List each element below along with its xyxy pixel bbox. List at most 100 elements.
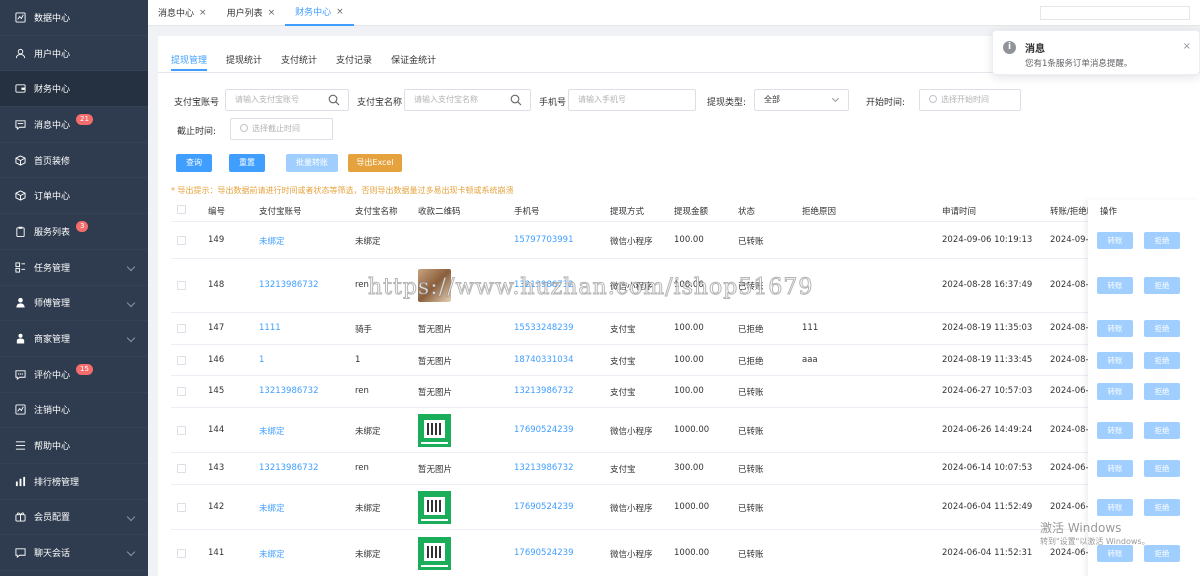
withdraw-type-select[interactable]: 全部 [754,89,849,111]
row-checkbox[interactable] [177,235,186,245]
select-all-checkbox[interactable] [177,205,186,214]
search-button[interactable]: 查询 [176,154,212,172]
row-checkbox[interactable] [177,355,186,365]
tab-item[interactable]: 消息中心 × [148,0,217,26]
cell-method: 微信小程序 [610,549,653,560]
transfer-button[interactable]: 转账 [1097,460,1133,477]
row-checkbox[interactable] [177,548,186,558]
cell-account[interactable]: 未绑定 [259,502,285,514]
subtab-item[interactable]: 保证金统计 [391,51,436,71]
tab-item[interactable]: 用户列表 × [217,0,286,26]
end-time-picker[interactable]: 选择截止时间 [230,118,333,140]
cell-phone[interactable]: 17690524239 [514,502,574,512]
transfer-button[interactable]: 转账 [1097,544,1133,562]
transfer-button[interactable]: 转账 [1097,351,1133,369]
sidebar-item[interactable]: 排行榜管理 [0,464,148,500]
close-icon[interactable]: × [336,7,344,17]
tab-label: 财务中心 [295,8,332,18]
sidebar-item[interactable]: 聊天会话 [0,535,148,571]
sidebar-item[interactable]: 首页装修 [0,143,148,179]
transfer-button[interactable]: 转账 [1097,320,1133,337]
sidebar-item[interactable]: 数据中心 [0,0,148,36]
subtab-item[interactable]: 提现管理 [171,51,208,71]
reject-button[interactable]: 拒绝 [1144,351,1180,369]
row-checkbox[interactable] [177,324,186,333]
sidebar-item[interactable]: 商家管理 [0,321,148,357]
start-time-picker[interactable]: 选择开始时间 [919,89,1021,111]
batch-transfer-button[interactable]: 批量转账 [286,154,338,172]
sidebar-item[interactable]: 服务列表 3 [0,214,148,250]
alipay-account-input[interactable]: 请输入支付宝账号 [225,89,349,111]
cell-account[interactable]: 13213986732 [259,463,319,473]
cell-phone[interactable]: 15797703991 [514,235,574,245]
cell-phone[interactable]: 18740331034 [514,355,574,365]
reject-button[interactable]: 拒绝 [1144,320,1180,337]
reset-button[interactable]: 重置 [229,154,265,172]
sidebar-item[interactable]: 帮助中心 [0,428,148,464]
row-checkbox[interactable] [177,281,186,290]
subtab-item[interactable]: 提现统计 [226,51,262,71]
qr-code-image[interactable] [418,490,451,524]
transfer-button[interactable]: 转账 [1097,498,1133,516]
sidebar-item[interactable]: 注销中心 [0,393,148,429]
search-icon[interactable] [328,94,340,106]
sidebar-item-label: 商家管理 [34,335,71,346]
row-checkbox[interactable] [177,387,186,396]
cell-id: 148 [208,280,225,290]
reject-button[interactable]: 拒绝 [1144,544,1180,562]
sidebar-item[interactable]: 任务管理 [0,250,148,286]
cell-account[interactable]: 1111 [259,323,281,333]
sidebar-item-label: 数据中心 [34,13,71,24]
cell-apply-time: 2024-08-28 16:37:49 [942,280,1033,290]
search-icon[interactable] [510,94,522,106]
cell-id: 147 [208,323,225,333]
phone-input[interactable]: 请输入手机号 [568,89,696,111]
sidebar-item[interactable]: 师傅管理 [0,286,148,322]
sidebar-item[interactable]: 用户中心 [0,36,148,72]
cell-account[interactable]: 未绑定 [259,548,285,560]
cell-account[interactable]: 未绑定 [259,235,285,247]
cell-account[interactable]: 未绑定 [259,425,285,437]
sidebar-item-label: 任务管理 [34,263,71,274]
transfer-button[interactable]: 转账 [1097,231,1133,249]
transfer-button[interactable]: 转账 [1097,421,1133,439]
cell-phone[interactable]: 13213986732 [514,463,574,473]
cell-account[interactable]: 1 [259,355,264,365]
transfer-button[interactable]: 转账 [1097,277,1133,294]
subtab-item[interactable]: 支付统计 [281,51,317,71]
cell-phone[interactable]: 15533248239 [514,323,574,333]
subtab-item[interactable]: 支付记录 [336,51,372,71]
reject-button[interactable]: 拒绝 [1144,383,1180,400]
reject-button[interactable]: 拒绝 [1144,421,1180,439]
sidebar-item[interactable]: 订单中心 [0,178,148,215]
row-checkbox[interactable] [177,464,186,473]
close-icon[interactable]: × [268,8,276,18]
cell-phone[interactable]: 17690524239 [514,548,574,558]
cell-account[interactable]: 13213986732 [259,386,319,396]
tab-bar: 消息中心 × 用户列表 × 财务中心 × [148,0,1200,26]
cell-account[interactable]: 13213986732 [259,280,319,290]
cell-phone[interactable]: 17690524239 [514,425,574,435]
sidebar-item[interactable]: 会员配置 [0,500,148,536]
tab-item[interactable]: 财务中心 × [285,0,354,26]
tabbar-search-box[interactable] [1040,6,1190,20]
row-checkbox[interactable] [177,425,186,435]
reject-button[interactable]: 拒绝 [1144,460,1180,477]
sidebar-item[interactable]: 消息中心 21 [0,107,148,143]
close-icon[interactable]: × [1183,41,1191,52]
qr-code-image[interactable] [418,536,451,570]
qr-code-image[interactable] [418,413,451,447]
row-checkbox[interactable] [177,502,186,512]
transfer-button[interactable]: 转账 [1097,383,1133,400]
export-excel-button[interactable]: 导出Excel [348,154,402,172]
cell-phone[interactable]: 13213986732 [514,386,574,396]
reject-button[interactable]: 拒绝 [1144,498,1180,516]
sidebar-item-label: 用户中心 [34,49,71,60]
sidebar-item[interactable]: 评价中心 15 [0,357,148,393]
reject-button[interactable]: 拒绝 [1144,277,1180,294]
alipay-name-input[interactable]: 请输入支付宝名称 [404,89,531,111]
sidebar-item[interactable]: 财务中心 [0,71,148,108]
reject-button[interactable]: 拒绝 [1144,231,1180,249]
cell-amount: 100.00 [674,234,704,245]
close-icon[interactable]: × [199,8,207,18]
